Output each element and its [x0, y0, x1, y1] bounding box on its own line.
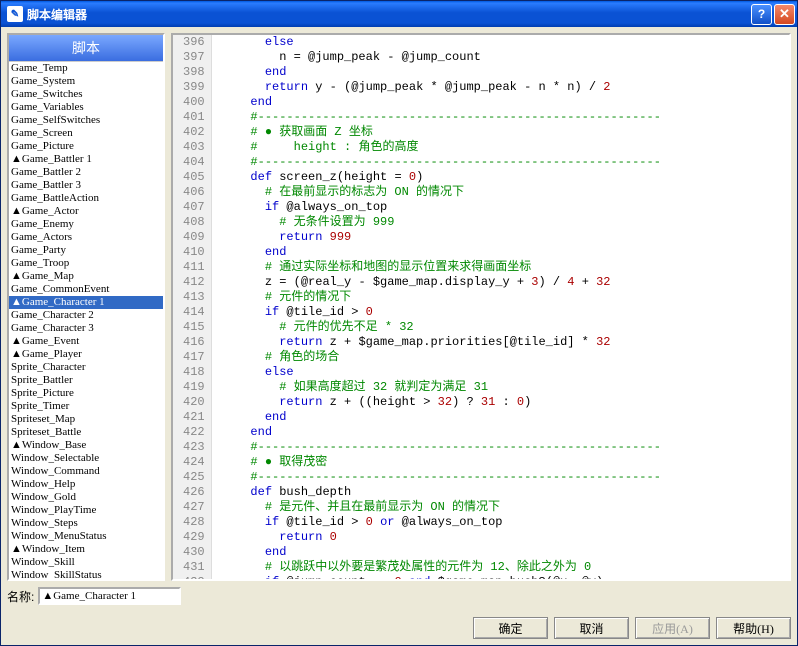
code-line[interactable]: if @tile_id > 0	[222, 305, 661, 320]
script-item[interactable]: ▲Game_Map	[9, 270, 163, 283]
script-item[interactable]: ▲Game_Battler 1	[9, 153, 163, 166]
script-list[interactable]: Game_TempGame_SystemGame_SwitchesGame_Va…	[9, 62, 163, 579]
script-item[interactable]: Game_Battler 3	[9, 179, 163, 192]
script-item[interactable]: Game_Party	[9, 244, 163, 257]
script-item[interactable]: Sprite_Character	[9, 361, 163, 374]
script-item[interactable]: Game_BattleAction	[9, 192, 163, 205]
code-text[interactable]: else n = @jump_peak - @jump_count end re…	[212, 35, 661, 581]
code-line[interactable]: end	[222, 95, 661, 110]
script-item[interactable]: ▲Game_Character 1	[9, 296, 163, 309]
script-item[interactable]: Window_Gold	[9, 491, 163, 504]
code-line[interactable]: # 以跳跃中以外要是繁茂处属性的元件为 12、除此之外为 0	[222, 560, 661, 575]
script-item[interactable]: Game_System	[9, 75, 163, 88]
script-item[interactable]: Game_Switches	[9, 88, 163, 101]
code-line[interactable]: return 999	[222, 230, 661, 245]
help-button[interactable]: ?	[751, 4, 772, 25]
name-row: 名称:	[7, 585, 791, 607]
script-item[interactable]: Window_Help	[9, 478, 163, 491]
code-line[interactable]: end	[222, 65, 661, 80]
code-line[interactable]: if @tile_id > 0 or @always_on_top	[222, 515, 661, 530]
script-item[interactable]: ▲Game_Actor	[9, 205, 163, 218]
script-item[interactable]: Game_Enemy	[9, 218, 163, 231]
script-item[interactable]: Spriteset_Battle	[9, 426, 163, 439]
code-line[interactable]: #---------------------------------------…	[222, 470, 661, 485]
code-line[interactable]: end	[222, 410, 661, 425]
code-line[interactable]: # ● 获取画面 Z 坐标	[222, 125, 661, 140]
titlebar[interactable]: ✎ 脚本编辑器 ? ✕	[1, 1, 797, 27]
code-line[interactable]: # 如果高度超过 32 就判定为满足 31	[222, 380, 661, 395]
code-line[interactable]: end	[222, 545, 661, 560]
code-line[interactable]: z = (@real_y - $game_map.display_y + 3) …	[222, 275, 661, 290]
code-line[interactable]: #---------------------------------------…	[222, 440, 661, 455]
script-item[interactable]: ▲Window_Item	[9, 543, 163, 556]
code-line[interactable]: # 通过实际坐标和地图的显示位置来求得画面坐标	[222, 260, 661, 275]
script-item[interactable]: Window_Skill	[9, 556, 163, 569]
ok-button[interactable]: 确定	[473, 617, 548, 639]
code-line[interactable]: n = @jump_peak - @jump_count	[222, 50, 661, 65]
code-panel[interactable]: 3963973983994004014024034044054064074084…	[171, 33, 791, 581]
code-line[interactable]: # 元件的情况下	[222, 290, 661, 305]
script-panel-header: 脚本	[9, 35, 163, 62]
app-icon: ✎	[7, 6, 23, 22]
script-item[interactable]: Game_Actors	[9, 231, 163, 244]
script-item[interactable]: Game_Character 2	[9, 309, 163, 322]
script-item[interactable]: Game_Variables	[9, 101, 163, 114]
script-item[interactable]: Game_Screen	[9, 127, 163, 140]
code-line[interactable]: def bush_depth	[222, 485, 661, 500]
script-item[interactable]: Window_Selectable	[9, 452, 163, 465]
code-line[interactable]: # 在最前显示的标志为 ON 的情况下	[222, 185, 661, 200]
help-button-bottom[interactable]: 帮助(H)	[716, 617, 791, 639]
script-item[interactable]: Window_SkillStatus	[9, 569, 163, 579]
script-item[interactable]: Game_Picture	[9, 140, 163, 153]
code-line[interactable]: #---------------------------------------…	[222, 110, 661, 125]
code-line[interactable]: else	[222, 35, 661, 50]
script-item[interactable]: Game_Troop	[9, 257, 163, 270]
code-line[interactable]: return z + ((height > 32) ? 31 : 0)	[222, 395, 661, 410]
script-item[interactable]: Sprite_Picture	[9, 387, 163, 400]
code-line[interactable]: if @always_on_top	[222, 200, 661, 215]
script-panel: 脚本 Game_TempGame_SystemGame_SwitchesGame…	[7, 33, 165, 581]
script-item[interactable]: ▲Game_Player	[9, 348, 163, 361]
code-line[interactable]: return z + $game_map.priorities[@tile_id…	[222, 335, 661, 350]
script-item[interactable]: Game_Character 3	[9, 322, 163, 335]
code-line[interactable]: # height : 角色的高度	[222, 140, 661, 155]
script-item[interactable]: Window_MenuStatus	[9, 530, 163, 543]
script-item[interactable]: Sprite_Battler	[9, 374, 163, 387]
script-item[interactable]: Window_PlayTime	[9, 504, 163, 517]
code-line[interactable]: end	[222, 425, 661, 440]
script-item[interactable]: Spriteset_Map	[9, 413, 163, 426]
script-item[interactable]: Window_Command	[9, 465, 163, 478]
code-line[interactable]: return 0	[222, 530, 661, 545]
code-line[interactable]: if @jump_count == 0 and $game_map.bush?(…	[222, 575, 661, 581]
cancel-button[interactable]: 取消	[554, 617, 629, 639]
name-input[interactable]	[38, 587, 181, 605]
code-line[interactable]: else	[222, 365, 661, 380]
script-item[interactable]: ▲Window_Base	[9, 439, 163, 452]
window-title: 脚本编辑器	[27, 6, 751, 23]
code-line[interactable]: #---------------------------------------…	[222, 155, 661, 170]
line-gutter: 3963973983994004014024034044054064074084…	[173, 35, 212, 581]
editor-window: ✎ 脚本编辑器 ? ✕ 脚本 Game_TempGame_SystemGame_…	[0, 0, 798, 646]
name-label: 名称:	[7, 588, 34, 605]
close-button[interactable]: ✕	[774, 4, 795, 25]
body: 脚本 Game_TempGame_SystemGame_SwitchesGame…	[1, 27, 797, 613]
script-item[interactable]: Sprite_Timer	[9, 400, 163, 413]
code-line[interactable]: # 角色的场合	[222, 350, 661, 365]
script-item[interactable]: ▲Game_Event	[9, 335, 163, 348]
main-row: 脚本 Game_TempGame_SystemGame_SwitchesGame…	[7, 33, 791, 581]
code-line[interactable]: return y - (@jump_peak * @jump_peak - n …	[222, 80, 661, 95]
button-row: 确定 取消 应用(A) 帮助(H)	[1, 613, 797, 645]
code-line[interactable]: end	[222, 245, 661, 260]
code-line[interactable]: # 是元件、并且在最前显示为 ON 的情况下	[222, 500, 661, 515]
code-line[interactable]: # ● 取得茂密	[222, 455, 661, 470]
script-item[interactable]: Game_Temp	[9, 62, 163, 75]
script-item[interactable]: Window_Steps	[9, 517, 163, 530]
code-line[interactable]: # 无条件设置为 999	[222, 215, 661, 230]
script-item[interactable]: Game_SelfSwitches	[9, 114, 163, 127]
apply-button[interactable]: 应用(A)	[635, 617, 710, 639]
script-item[interactable]: Game_CommonEvent	[9, 283, 163, 296]
script-item[interactable]: Game_Battler 2	[9, 166, 163, 179]
code-line[interactable]: # 元件的优先不足 * 32	[222, 320, 661, 335]
code-line[interactable]: def screen_z(height = 0)	[222, 170, 661, 185]
